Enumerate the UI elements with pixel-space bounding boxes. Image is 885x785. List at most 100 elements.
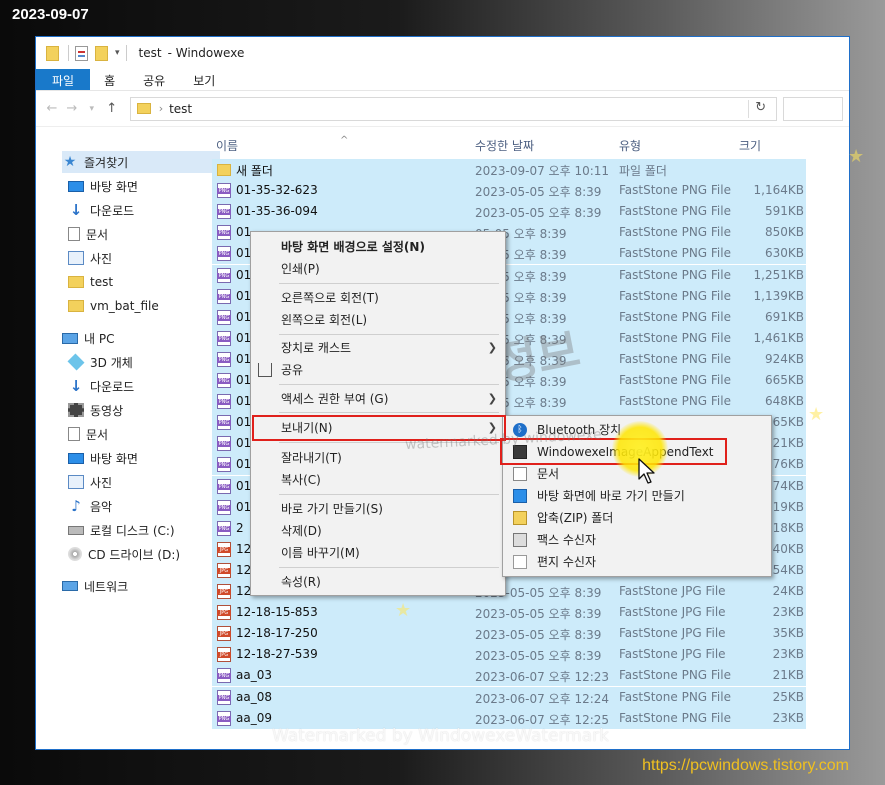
video-icon — [68, 403, 84, 417]
refresh-icon[interactable]: ↻ — [748, 99, 772, 118]
file-date: 2023-09-07 오후 10:11 — [475, 164, 610, 178]
menu-item-zip-folder[interactable]: 압축(ZIP) 폴더 — [503, 507, 771, 529]
file-name: 01-35-32-623 — [236, 183, 318, 198]
forward-arrow-icon[interactable]: → — [62, 101, 82, 116]
back-arrow-icon[interactable]: ← — [42, 101, 62, 116]
nav-item-3d-objects[interactable]: 3D 개체 — [67, 351, 226, 373]
png-file-icon — [217, 394, 231, 410]
nav-item-label: 음악 — [90, 499, 113, 514]
menu-item-label: 장치로 캐스트 — [281, 341, 352, 355]
file-type: FastStone PNG File — [619, 225, 731, 240]
nav-item-label: 내 PC — [84, 331, 115, 346]
address-bar: ← → ▾ ↑ › test ↻ — [36, 91, 849, 127]
menu-separator — [279, 494, 499, 495]
column-header-type[interactable]: 유형 — [619, 137, 641, 154]
nav-item-documents-pc[interactable]: 문서 — [68, 423, 226, 445]
table-row[interactable]: 01-35-32-623 2023-05-05 오후 8:39 FastStone … — [212, 180, 806, 202]
nav-item-vm-bat-file[interactable]: vm_bat_file — [68, 295, 226, 317]
png-file-icon — [217, 478, 231, 494]
nav-item-favorites[interactable]: ★ 즐겨찾기 — [62, 151, 220, 173]
table-row[interactable]: aa_08 2023-06-07 오후 12:24 FastStone PNG Fi… — [212, 686, 806, 708]
nav-item-label: 3D 개체 — [90, 355, 133, 370]
menu-item-rotate-left[interactable]: 왼쪽으로 회전(L) — [251, 309, 505, 331]
png-file-icon — [217, 668, 231, 684]
png-file-icon — [217, 246, 231, 262]
new-folder-icon[interactable] — [95, 45, 108, 61]
document-icon — [68, 227, 80, 241]
table-row[interactable]: 새 폴더 2023-09-07 오후 10:11 파일 폴더 — [212, 159, 806, 180]
menu-item-properties[interactable]: 속성(R) — [251, 571, 505, 593]
nav-item-pictures-pc[interactable]: 사진 — [68, 471, 226, 493]
png-file-icon — [217, 520, 231, 536]
file-size: 665KB — [764, 373, 804, 387]
menu-item-cut[interactable]: 잘라내기(T) — [251, 447, 505, 469]
menu-item-mail-recipient[interactable]: 편지 수신자 — [503, 551, 771, 573]
title-separator — [68, 45, 69, 61]
file-type: FastStone PNG File — [619, 710, 731, 725]
file-name: aa_09 — [236, 710, 272, 725]
menu-item-delete[interactable]: 삭제(D) — [251, 520, 505, 542]
table-row[interactable]: 01-35-36-094 2023-05-05 오후 8:39 FastStone … — [212, 201, 806, 223]
file-name: 01 — [236, 394, 252, 409]
nav-item-network[interactable]: 네트워크 — [62, 575, 220, 597]
menu-item-copy[interactable]: 복사(C) — [251, 469, 505, 491]
menu-item-cast-to-device[interactable]: 장치로 캐스트 ❯ — [251, 337, 505, 359]
nav-item-label: 다운로드 — [90, 379, 135, 394]
file-name: 01 — [236, 499, 252, 514]
nav-item-cd-drive-d[interactable]: CD 드라이브 (D:) — [68, 543, 226, 565]
menu-item-share[interactable]: 공유 — [251, 359, 505, 381]
table-row[interactable]: 12-18-15-853 2023-05-05 오후 8:39 FastStone … — [212, 602, 806, 624]
properties-icon[interactable] — [75, 45, 88, 61]
nav-item-videos[interactable]: 동영상 — [68, 399, 226, 421]
menu-item-rename[interactable]: 이름 바꾸기(M) — [251, 542, 505, 564]
nav-item-this-pc[interactable]: 내 PC — [62, 327, 220, 349]
file-name: 01 — [236, 351, 252, 366]
tab-share[interactable]: 공유 — [129, 69, 179, 90]
menu-item-print[interactable]: 인쇄(P) — [251, 258, 505, 280]
address-input[interactable]: › test ↻ — [129, 96, 778, 121]
nav-item-pictures[interactable]: 사진📌 — [68, 247, 226, 269]
file-name: 2 — [236, 520, 244, 535]
table-row[interactable]: aa_03 2023-06-07 오후 12:23 FastStone PNG Fi… — [212, 665, 806, 687]
nav-item-music[interactable]: ♪ 음악 — [68, 495, 226, 517]
table-row[interactable]: 12-18-17-250 2023-05-05 오후 8:39 FastStone … — [212, 623, 806, 645]
jpg-file-icon — [217, 562, 231, 578]
menu-item-give-access[interactable]: 액세스 권한 부여 (G) ❯ — [251, 388, 505, 410]
up-arrow-icon[interactable]: ↑ — [102, 101, 122, 116]
column-header-name[interactable]: 이름 ^ — [216, 135, 348, 154]
nav-item-downloads[interactable]: ↓다운로드📌 — [68, 199, 226, 221]
drive-icon — [68, 525, 84, 535]
chevron-right-icon[interactable]: › — [159, 102, 163, 115]
nav-item-downloads-pc[interactable]: ↓ 다운로드 — [68, 375, 226, 397]
file-name: 12 — [236, 541, 252, 556]
menu-item-rotate-right[interactable]: 오른쪽으로 회전(T) — [251, 287, 505, 309]
tab-home[interactable]: 홈 — [90, 69, 129, 90]
png-file-icon — [217, 457, 231, 473]
menu-item-desktop-shortcut[interactable]: 바탕 화면에 바로 가기 만들기 — [503, 485, 771, 507]
nav-item-documents[interactable]: 문서📌 — [68, 223, 226, 245]
nav-item-test[interactable]: test — [68, 271, 226, 293]
recent-dropdown-icon[interactable]: ▾ — [82, 104, 102, 114]
quick-access-dropdown-icon[interactable]: ▾ — [115, 48, 120, 58]
tab-file[interactable]: 파일 — [36, 69, 91, 90]
pc-icon — [62, 332, 78, 344]
nav-item-desktop-pc[interactable]: 바탕 화면 — [68, 447, 226, 469]
tab-view[interactable]: 보기 — [179, 69, 229, 90]
column-header-size[interactable]: 크기 — [739, 137, 761, 154]
table-row[interactable]: 12-18-27-539 2023-05-05 오후 8:39 FastStone … — [212, 644, 806, 666]
share-icon — [258, 363, 272, 377]
nav-item-label: 문서 — [86, 227, 109, 242]
menu-item-create-shortcut[interactable]: 바로 가기 만들기(S) — [251, 498, 505, 520]
png-file-icon — [217, 436, 231, 452]
png-file-icon — [217, 183, 231, 199]
nav-item-label: 바탕 화면 — [90, 179, 138, 194]
menu-item-fax-recipient[interactable]: 팩스 수신자 — [503, 529, 771, 551]
folder-icon — [68, 300, 84, 312]
search-input[interactable] — [783, 96, 843, 121]
nav-item-local-disk-c[interactable]: 로컬 디스크 (C:) — [68, 519, 226, 541]
folder-icon — [136, 103, 151, 114]
menu-separator — [279, 567, 499, 568]
column-header-date[interactable]: 수정한 날짜 — [475, 137, 534, 154]
menu-item-set-desktop-background[interactable]: 바탕 화면 배경으로 설정(N) — [251, 236, 505, 258]
nav-item-desktop[interactable]: 바탕 화면📌 — [68, 175, 226, 197]
